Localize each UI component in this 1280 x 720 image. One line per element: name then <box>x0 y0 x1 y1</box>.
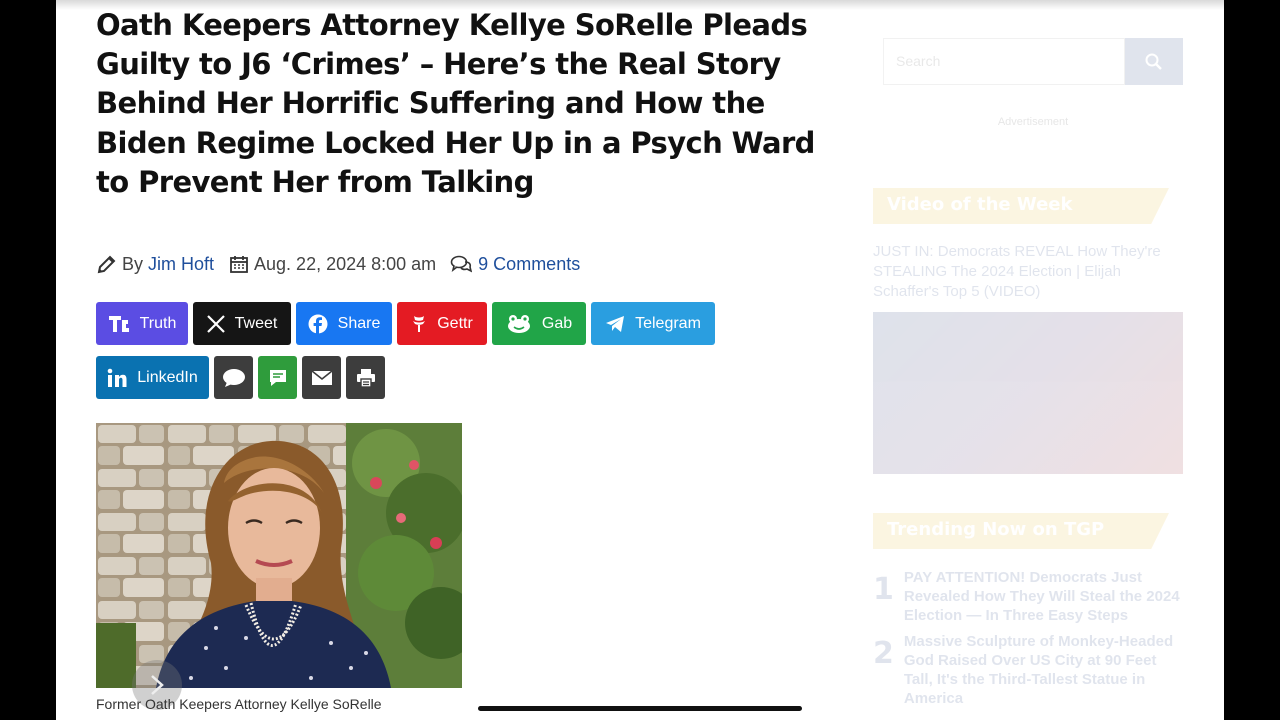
date-meta: Aug. 22, 2024 8:00 am <box>228 253 436 275</box>
article-photo <box>96 423 462 688</box>
gettr-icon <box>411 314 427 334</box>
share-buttons-row-2: LinkedIn <box>96 356 385 399</box>
publish-date: Aug. 22, 2024 8:00 am <box>254 253 437 274</box>
video-thumbnail[interactable] <box>873 312 1183 474</box>
video-link[interactable]: JUST IN: Democrats REVEAL How They're ST… <box>873 242 1173 302</box>
calendar-icon <box>228 253 250 275</box>
share-truth-button[interactable]: Truth <box>96 302 188 345</box>
share-gab-button[interactable]: Gab <box>492 302 586 345</box>
chevron-right-icon <box>151 675 164 695</box>
search-icon <box>1145 53 1162 70</box>
comments-icon <box>450 253 473 275</box>
comments-meta: 9 Comments <box>450 253 580 275</box>
share-email-button[interactable] <box>302 356 341 399</box>
share-telegram-button[interactable]: Telegram <box>591 302 715 345</box>
share-label: Telegram <box>635 314 701 332</box>
share-label: Tweet <box>234 314 278 332</box>
email-icon <box>311 369 333 386</box>
trending-title: PAY ATTENTION! Democrats Just Revealed H… <box>903 569 1180 624</box>
article-title: Oath Keepers Attorney Kellye SoRelle Ple… <box>96 8 815 199</box>
share-tweet-button[interactable]: Tweet <box>193 302 291 345</box>
article-page: Oath Keepers Attorney Kellye SoRelle Ple… <box>56 0 1224 720</box>
print-icon <box>356 368 376 388</box>
linkedin-icon <box>107 368 127 388</box>
share-label: Truth <box>139 314 177 332</box>
share-comment-button[interactable] <box>214 356 253 399</box>
share-print-button[interactable] <box>346 356 385 399</box>
trending-item[interactable]: 1 PAY ATTENTION! Democrats Just Revealed… <box>873 568 1183 625</box>
sms-icon <box>268 368 288 388</box>
telegram-icon <box>605 315 625 333</box>
home-indicator[interactable] <box>478 706 802 711</box>
author-link[interactable]: Jim Hoft <box>148 254 214 275</box>
search-button[interactable] <box>1125 38 1183 85</box>
share-facebook-button[interactable]: Share <box>296 302 392 345</box>
search-input[interactable]: Search <box>883 38 1125 85</box>
article-meta: By Jim Hoft Aug. 22, 2024 8:00 am 9 Comm… <box>96 250 594 278</box>
trending-number: 2 <box>873 636 894 671</box>
trending-item[interactable]: 2 Massive Sculpture of Monkey-Headed God… <box>873 632 1183 708</box>
trending-number: 1 <box>873 572 894 607</box>
x-icon <box>206 314 225 333</box>
share-gettr-button[interactable]: Gettr <box>397 302 487 345</box>
share-label: LinkedIn <box>137 368 198 386</box>
pencil-icon <box>96 253 118 275</box>
video-of-week-heading: Video of the Week <box>873 188 1169 224</box>
advertisement-label: Advertisement <box>997 116 1069 128</box>
sidebar: Search Advertisement Video of the Week J… <box>873 0 1193 720</box>
share-buttons-row-1: Truth Tweet Share Gettr Gab Telegram <box>96 302 715 345</box>
photo-caption: Former Oath Keepers Attorney Kellye SoRe… <box>96 696 382 712</box>
author-meta: By Jim Hoft <box>96 253 214 275</box>
trending-heading: Trending Now on TGP <box>873 513 1169 549</box>
facebook-icon <box>308 314 328 334</box>
comments-link[interactable]: 9 Comments <box>478 254 580 275</box>
by-label: By <box>122 253 144 274</box>
trending-title: Massive Sculpture of Monkey-Headed God R… <box>903 633 1174 707</box>
share-sms-button[interactable] <box>258 356 297 399</box>
share-linkedin-button[interactable]: LinkedIn <box>96 356 209 399</box>
comment-icon <box>222 368 246 388</box>
share-label: Gab <box>541 314 573 332</box>
gab-icon <box>506 314 532 334</box>
share-label: Share <box>337 314 381 332</box>
truth-social-icon <box>108 314 130 334</box>
share-label: Gettr <box>437 314 473 332</box>
